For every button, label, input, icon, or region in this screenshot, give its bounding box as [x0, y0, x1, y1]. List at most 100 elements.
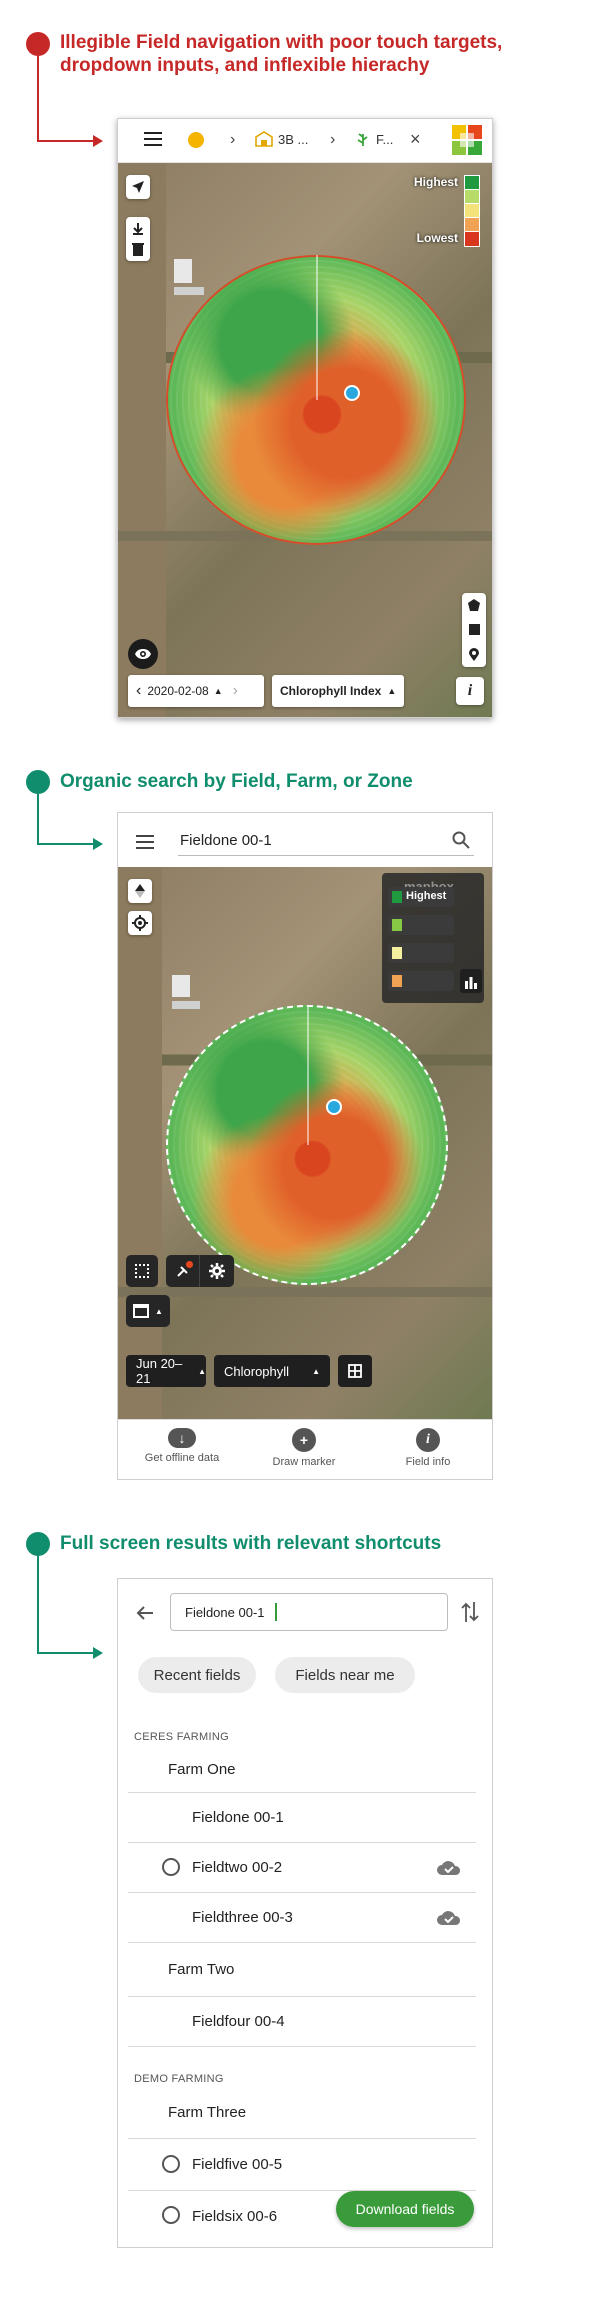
hamburger-menu-icon[interactable] [144, 132, 162, 146]
annotation-arrow-icon [93, 838, 103, 850]
annotation-title: Illegible Field navigation with poor tou… [60, 31, 502, 77]
locate-button[interactable] [126, 175, 150, 199]
select-area-button[interactable] [126, 1255, 158, 1287]
map-road [118, 1287, 492, 1297]
farm-row[interactable]: Farm Three [128, 2087, 476, 2139]
info-button[interactable]: i [456, 677, 484, 705]
bottom-nav: ↓ Get offline data + Draw marker i Field… [118, 1419, 492, 1479]
satellite-map[interactable]: mapbox Highest [118, 867, 492, 1419]
search-icon[interactable] [452, 831, 470, 849]
screen-legacy-map: › 3B ... › F... × Highest Lowest ‹ 2020-… [117, 118, 493, 718]
nav-draw-marker[interactable]: + Draw marker [244, 1428, 364, 1468]
legend-high-label: Highest [406, 890, 447, 902]
breadcrumb-field[interactable]: F... [376, 132, 393, 147]
field-row[interactable]: Fieldfive 00-5 [128, 2139, 476, 2191]
breadcrumb-farm[interactable]: 3B ... [278, 132, 308, 147]
chip-recent-fields[interactable]: Recent fields [138, 1657, 256, 1693]
annotation-connector [37, 843, 93, 845]
field-row[interactable]: Fieldfour 00-4 [128, 1997, 476, 2047]
field-row[interactable]: Fieldthree 00-3 [128, 1893, 476, 1943]
nav-label: Field info [405, 1456, 451, 1468]
search-input[interactable]: Fieldone 00-1 [180, 832, 272, 849]
my-location-button[interactable] [128, 911, 152, 935]
marker-icon[interactable] [469, 647, 479, 661]
legend-swatch [392, 919, 402, 931]
annotation-arrow-icon [93, 1647, 103, 1659]
legend-high-label: Highest [413, 175, 458, 189]
legend-swatch [392, 891, 402, 903]
legend-swatch [392, 947, 402, 959]
legend-row: Highest [388, 887, 454, 907]
annotation-connector [37, 1652, 93, 1654]
chevron-right-icon: › [230, 131, 236, 148]
row-label: Fieldfive 00-5 [192, 2156, 283, 2173]
tool-group [166, 1255, 234, 1287]
caret-up-icon: ▲ [198, 1366, 206, 1376]
annotation-title: Full screen results with relevant shortc… [60, 1533, 442, 1554]
nav-label: Get offline data [144, 1452, 220, 1464]
nav-field-info[interactable]: i Field info [368, 1428, 488, 1468]
satellite-map[interactable]: Highest Lowest ‹ 2020-02-08 ▲ › Chloroph… [118, 163, 492, 717]
map-road [118, 867, 162, 1419]
chart-toggle-button[interactable] [460, 969, 482, 993]
caret-up-icon: ▲ [312, 1366, 320, 1376]
eye-icon [135, 649, 151, 659]
row-label: Fieldthree 00-3 [192, 1909, 293, 1926]
polygon-icon[interactable] [468, 599, 480, 612]
radio-button[interactable] [162, 2206, 180, 2224]
layer-selector[interactable]: Chlorophyll Index ▲ [272, 675, 404, 707]
group-heading: CERES FARMING [134, 1731, 229, 1743]
chip-fields-near-me[interactable]: Fields near me [275, 1657, 415, 1693]
map-legend: Highest Lowest [402, 175, 482, 247]
location-pin-icon[interactable] [326, 1099, 342, 1115]
farm-row[interactable]: Farm One [128, 1747, 476, 1793]
settings-button[interactable] [200, 1255, 234, 1287]
basemap-toggle[interactable]: ▲ [126, 1295, 170, 1327]
annotation-title: Organic search by Field, Farm, or Zone [60, 771, 413, 792]
date-tab[interactable]: Jun 20–21 ▲ [126, 1355, 206, 1387]
legend-swatch [392, 975, 402, 987]
compass-button[interactable] [128, 879, 152, 903]
hamburger-menu-icon[interactable] [136, 835, 154, 849]
farm-row[interactable]: Farm Two [128, 1943, 476, 1997]
user-avatar-icon[interactable] [188, 132, 204, 148]
download-fields-button[interactable]: Download fields [336, 2191, 474, 2227]
search-input[interactable]: Fieldone 00-1 [185, 1605, 265, 1620]
tool-group [126, 217, 150, 261]
search-underline [178, 855, 474, 856]
sort-icon[interactable] [460, 1601, 480, 1623]
row-label: Farm Two [168, 1961, 235, 1978]
grid-view-button[interactable] [338, 1355, 372, 1387]
caret-up-icon: ▲ [213, 686, 223, 696]
radio-button[interactable] [162, 2155, 180, 2173]
annotation-arrow-icon [93, 135, 103, 147]
close-icon[interactable]: × [410, 129, 421, 150]
trash-icon[interactable] [132, 242, 144, 256]
map-legend: mapbox Highest [382, 873, 484, 1003]
chevron-right-icon[interactable]: › [233, 682, 238, 700]
radio-button[interactable] [162, 1858, 180, 1876]
field-structure [174, 259, 192, 283]
row-label: Fieldfour 00-4 [192, 2013, 285, 2030]
field-structure [172, 1001, 200, 1009]
marker-add-icon: + [292, 1428, 316, 1452]
field-row[interactable]: Fieldtwo 00-2 [128, 1843, 476, 1893]
back-arrow-icon[interactable] [136, 1605, 154, 1621]
rectangle-icon[interactable] [468, 623, 480, 635]
search-field[interactable]: Fieldone 00-1 [170, 1593, 448, 1631]
window-icon [133, 1304, 150, 1318]
visibility-toggle[interactable] [128, 639, 158, 669]
date-selector[interactable]: ‹ 2020-02-08 ▲ › [128, 675, 264, 707]
field-row[interactable]: Fieldone 00-1 [128, 1793, 476, 1843]
download-icon[interactable] [131, 222, 145, 236]
cloud-download-icon: ↓ [168, 1428, 196, 1448]
legend-row [388, 971, 454, 991]
nav-offline-data[interactable]: ↓ Get offline data [122, 1428, 242, 1464]
marker-tool-button[interactable] [166, 1255, 200, 1287]
chevron-left-icon[interactable]: ‹ [136, 682, 141, 700]
row-label: Farm Three [168, 2104, 247, 2121]
annotation-connector [37, 140, 93, 142]
cloud-check-icon [437, 1911, 461, 1925]
layer-tab[interactable]: Chlorophyll ▲ [214, 1355, 330, 1387]
location-pin-icon[interactable] [344, 385, 360, 401]
